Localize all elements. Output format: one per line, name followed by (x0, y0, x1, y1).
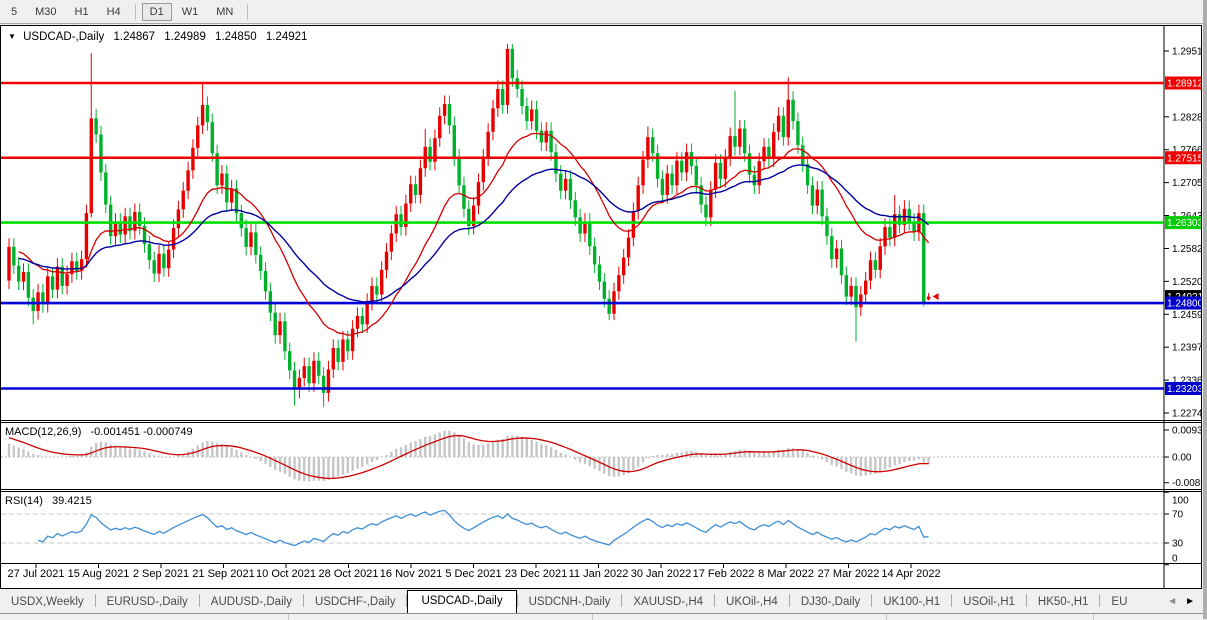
svg-text:0: 0 (1172, 554, 1178, 565)
toolbar-separator (247, 4, 248, 20)
status-cell-divider (1093, 614, 1094, 620)
svg-text:1.26303: 1.26303 (1167, 218, 1201, 229)
tab-audusd-daily[interactable]: AUDUSD-,Daily (200, 592, 303, 613)
tab-eurusd-daily[interactable]: EURUSD-,Daily (96, 592, 199, 613)
svg-text:1.25820: 1.25820 (1172, 244, 1201, 255)
svg-text:1.25205: 1.25205 (1172, 277, 1201, 288)
svg-text:0.009345: 0.009345 (1172, 425, 1201, 436)
svg-text:1.23975: 1.23975 (1172, 343, 1201, 354)
date-label: 28 Oct 2021 (319, 568, 379, 580)
chart-canvas[interactable]: 1.295101.282801.276651.270501.264351.258… (1, 26, 1201, 588)
ohlc-high: 1.24989 (164, 31, 206, 43)
horizontal-lines (1, 83, 1164, 388)
timeframe-button-5[interactable]: 5 (3, 3, 25, 21)
current-price-arrow (933, 293, 939, 300)
tab-scroll-left-icon[interactable]: ◄ (1163, 596, 1181, 607)
timeframe-button-w1[interactable]: W1 (174, 3, 207, 21)
ohlc-low: 1.24850 (215, 31, 257, 43)
price-axis-labels[interactable]: 1.295101.282801.276651.270501.264351.258… (1164, 47, 1201, 420)
timeframe-button-h4[interactable]: H4 (99, 3, 129, 21)
svg-text:1.29510: 1.29510 (1172, 47, 1201, 58)
ohlc-open: 1.24867 (113, 31, 155, 43)
date-label: 21 Sep 2021 (192, 568, 254, 580)
mt4-terminal: { "toolbar": { "timeframes": ["5", "M30"… (0, 0, 1207, 619)
macd-axis-labels: 0.009345 0.00 -0.008902 (1164, 425, 1201, 489)
tab-usoil-h1[interactable]: USOil-,H1 (952, 592, 1026, 613)
rsi-value: 39.4215 (52, 495, 92, 507)
tab-ukoil-h4[interactable]: UKOil-,H4 (715, 592, 789, 613)
date-label: 23 Dec 2021 (505, 568, 567, 580)
timeframe-toolbar: 5M30H1H4 D1W1MN (0, 0, 1203, 24)
macd-histogram (9, 431, 929, 482)
tab-eu[interactable]: EU (1100, 592, 1138, 613)
date-label: 11 Jan 2022 (569, 568, 629, 580)
rsi-indicator-label: RSI(14) 39.4215 (5, 495, 98, 507)
status-cell-divider (288, 614, 289, 620)
svg-text:-0.008902: -0.008902 (1172, 478, 1201, 489)
tab-usdcnh-daily[interactable]: USDCNH-,Daily (518, 592, 622, 613)
chart-tab-bar: USDX,WeeklyEURUSD-,DailyAUDUSD-,DailyUSD… (0, 589, 1203, 613)
date-axis[interactable]: 27 Jul 202115 Aug 20212 Sep 202121 Sep 2… (1, 568, 1161, 586)
chart-dropdown-icon[interactable]: ▼ (8, 32, 16, 41)
timeframe-button-mn[interactable]: MN (208, 3, 241, 21)
svg-text:1.22745: 1.22745 (1172, 408, 1201, 419)
tab-usdcad-daily[interactable]: USDCAD-,Daily (407, 590, 516, 613)
status-cell-divider (886, 614, 887, 620)
chart-window: 1.295101.282801.276651.270501.264351.258… (0, 25, 1202, 589)
chart-symbol-label: USDCAD-,Daily (23, 31, 104, 43)
date-label: 15 Aug 2021 (68, 568, 130, 580)
date-label: 27 Jul 2021 (8, 568, 65, 580)
svg-text:1.28912: 1.28912 (1167, 78, 1201, 89)
svg-text:1.27515: 1.27515 (1167, 153, 1201, 164)
date-label: 10 Oct 2021 (256, 568, 316, 580)
status-cell-divider (592, 614, 593, 620)
svg-text:1.24800: 1.24800 (1167, 299, 1201, 310)
timeframe-button-m30[interactable]: M30 (27, 3, 64, 21)
window-right-edge (1203, 0, 1207, 619)
tab-scroll-right-icon[interactable]: ► (1181, 596, 1199, 607)
tab-dj30-daily[interactable]: DJ30-,Daily (790, 592, 871, 613)
date-label: 14 Apr 2022 (881, 568, 940, 580)
tab-usdx-weekly[interactable]: USDX,Weekly (0, 592, 95, 613)
date-label: 17 Feb 2022 (693, 568, 755, 580)
panel-frame (1, 26, 1201, 588)
rsi-name: RSI(14) (5, 495, 43, 507)
date-label: 16 Nov 2021 (380, 568, 442, 580)
date-label: 30 Jan 2022 (631, 568, 692, 580)
timeframe-button-h1[interactable]: H1 (67, 3, 97, 21)
svg-text:1.24590: 1.24590 (1172, 310, 1201, 321)
svg-text:100: 100 (1172, 496, 1189, 507)
ohlc-close: 1.24921 (266, 31, 308, 43)
date-label: 27 Mar 2022 (818, 568, 880, 580)
svg-text:30: 30 (1172, 539, 1184, 550)
rsi-line (38, 510, 929, 545)
svg-text:1.28280: 1.28280 (1172, 112, 1201, 123)
tab-scroll-arrows: ◄► (1163, 589, 1203, 613)
tab-hk50-h1[interactable]: HK50-,H1 (1027, 592, 1100, 613)
macd-indicator-label: MACD(12,26,9) -0.001451 -0.000749 (5, 426, 199, 438)
rsi-level-lines (1, 514, 1164, 543)
tab-xauusd-h4[interactable]: XAUUSD-,H4 (622, 592, 714, 613)
tab-usdchf-daily[interactable]: USDCHF-,Daily (304, 592, 407, 613)
chart-title: ▼ USDCAD-,Daily 1.24867 1.24989 1.24850 … (8, 31, 313, 43)
toolbar-separator (135, 4, 136, 20)
macd-name: MACD(12,26,9) (5, 426, 81, 438)
rsi-axis-labels: 100 70 30 0 (1164, 492, 1189, 565)
date-label: 5 Dec 2021 (445, 568, 501, 580)
date-label: 8 Mar 2022 (758, 568, 814, 580)
date-label: 2 Sep 2021 (133, 568, 189, 580)
svg-text:70: 70 (1172, 510, 1184, 521)
timeframe-button-d1[interactable]: D1 (142, 3, 172, 21)
svg-text:1.27050: 1.27050 (1172, 178, 1201, 189)
svg-text:1.23203: 1.23203 (1167, 384, 1201, 395)
svg-text:0.00: 0.00 (1172, 453, 1192, 464)
candles-layer (7, 44, 930, 407)
tab-uk100-h1[interactable]: UK100-,H1 (872, 592, 951, 613)
macd-values: -0.001451 -0.000749 (90, 426, 192, 438)
